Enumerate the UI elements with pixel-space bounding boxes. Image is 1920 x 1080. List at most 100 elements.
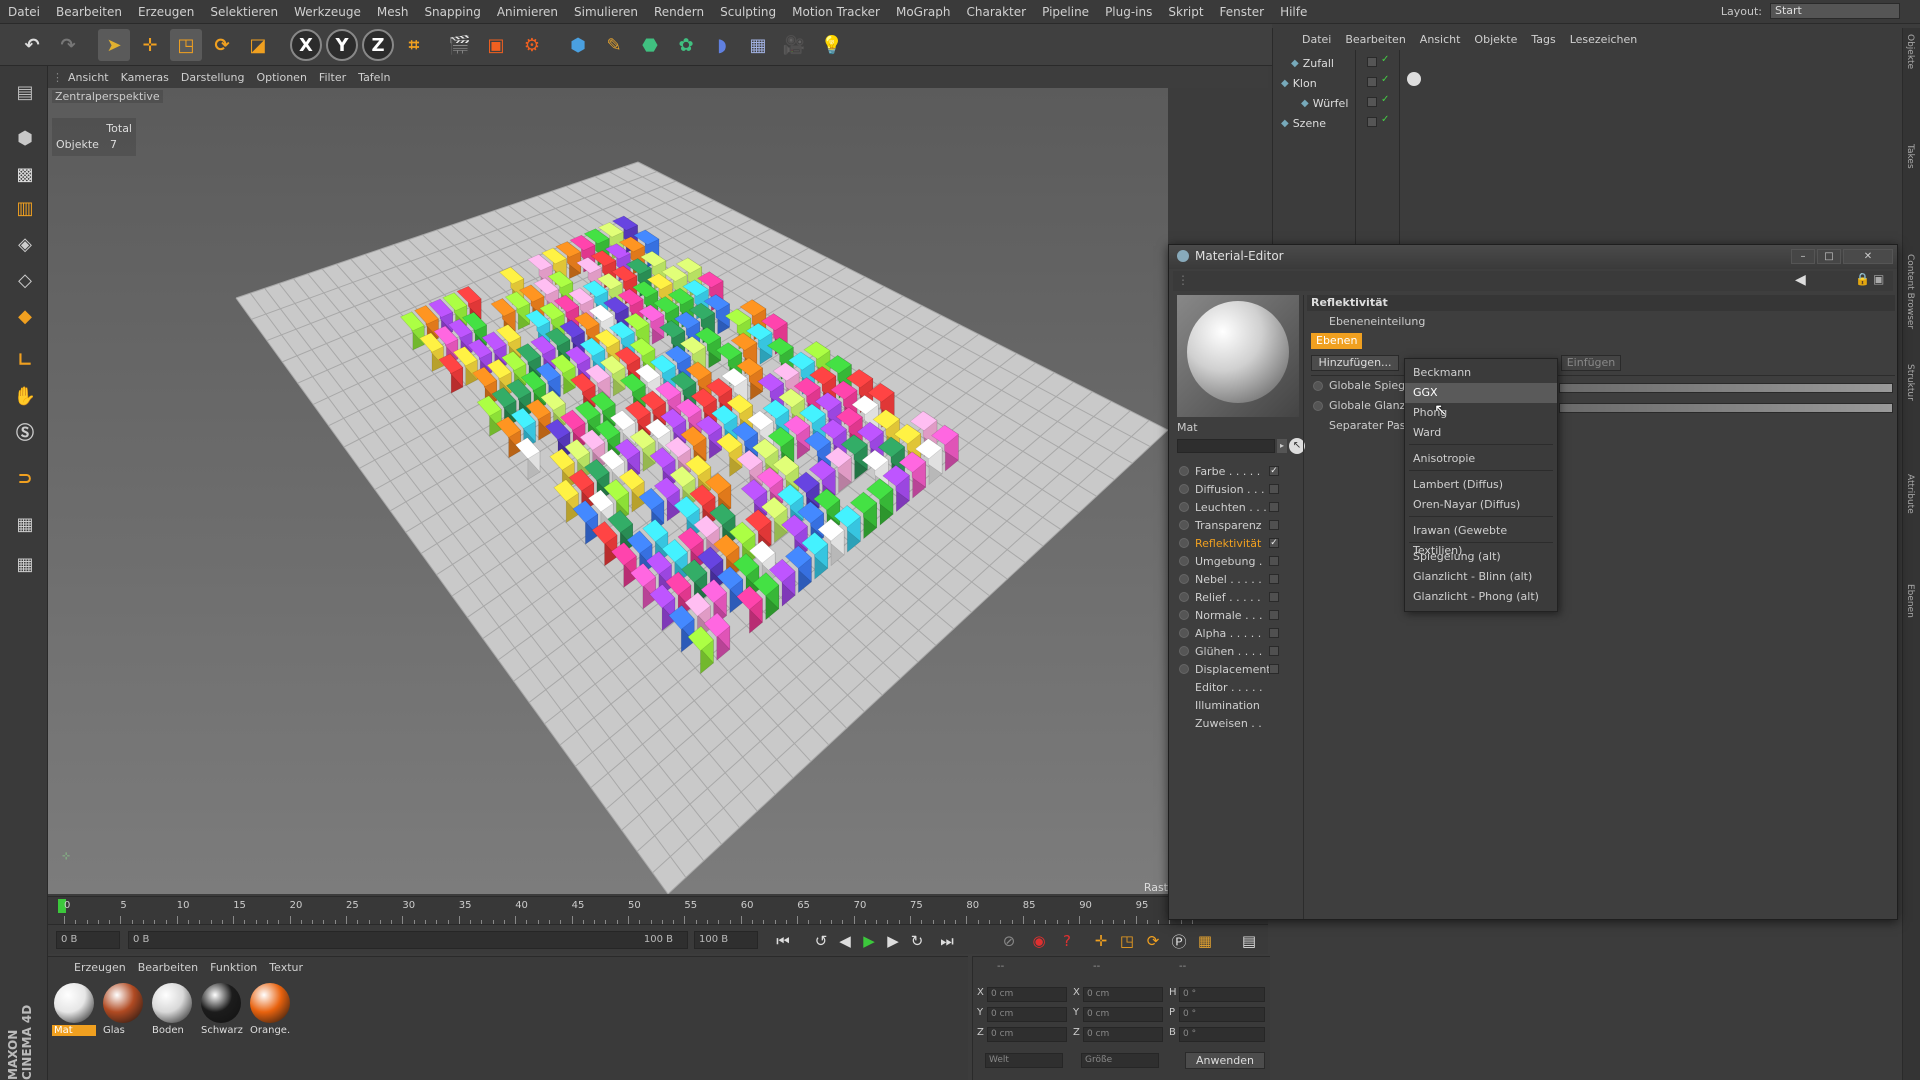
material-tag-icon[interactable] bbox=[1407, 72, 1421, 86]
light-icon[interactable]: 💡 bbox=[816, 29, 848, 61]
maximize-button[interactable]: □ bbox=[1817, 249, 1841, 264]
menu-item[interactable]: Animieren bbox=[489, 5, 566, 19]
scale-tool-icon[interactable]: ◳ bbox=[170, 29, 202, 61]
material-manager-menu-item[interactable]: Erzeugen bbox=[68, 961, 132, 974]
viewport-menu-item[interactable]: Ansicht bbox=[62, 71, 115, 84]
arrow-right-icon[interactable]: ▸ bbox=[1277, 439, 1287, 453]
menu-item[interactable]: Charakter bbox=[958, 5, 1034, 19]
visibility-toggle[interactable] bbox=[1367, 117, 1377, 127]
visibility-toggle[interactable] bbox=[1367, 97, 1377, 107]
side-tab[interactable]: Objekte bbox=[1905, 34, 1915, 69]
dropdown-option[interactable]: GGX bbox=[1405, 383, 1557, 403]
spline-pen-icon[interactable]: ✎ bbox=[598, 29, 630, 61]
material-swatch[interactable]: Mat bbox=[52, 981, 96, 1037]
range-slider[interactable]: 0 B 100 B bbox=[128, 931, 688, 949]
channel-checkbox[interactable] bbox=[1269, 574, 1279, 584]
points-mode-icon[interactable]: ◈ bbox=[8, 228, 42, 260]
channel-row[interactable]: Diffusion . . . bbox=[1179, 481, 1279, 497]
channel-row[interactable]: Normale . . . bbox=[1179, 607, 1279, 623]
previous-frame-icon[interactable]: ◀ bbox=[834, 931, 856, 951]
material-swatch[interactable]: Orange. bbox=[248, 981, 292, 1037]
channel-radio[interactable] bbox=[1179, 538, 1189, 548]
menu-item[interactable]: Motion Tracker bbox=[784, 5, 888, 19]
object-row[interactable]: ◆ Zufall bbox=[1281, 54, 1355, 72]
menu-item[interactable]: Plug-ins bbox=[1097, 5, 1160, 19]
channel-checkbox[interactable] bbox=[1269, 484, 1279, 494]
next-frame-icon[interactable]: ▶ bbox=[882, 931, 904, 951]
menu-item[interactable]: Skript bbox=[1160, 5, 1211, 19]
enabled-check-icon[interactable]: ✓ bbox=[1381, 114, 1389, 125]
channel-row[interactable]: Glühen . . . . bbox=[1179, 643, 1279, 659]
side-tab[interactable]: Attribute bbox=[1905, 474, 1915, 514]
channel-checkbox[interactable] bbox=[1269, 592, 1279, 602]
minimize-button[interactable]: – bbox=[1791, 249, 1815, 264]
key-parameter-icon[interactable]: Ⓟ bbox=[1168, 931, 1190, 951]
global-gloss-radio[interactable] bbox=[1313, 400, 1323, 411]
workplane-icon[interactable]: ▥ bbox=[8, 192, 42, 224]
channel-row[interactable]: Illumination bbox=[1179, 697, 1279, 713]
channel-row[interactable]: Editor . . . . . bbox=[1179, 679, 1279, 695]
texture-mode-icon[interactable]: ▩ bbox=[8, 158, 42, 190]
enabled-check-icon[interactable]: ✓ bbox=[1381, 94, 1389, 105]
object-manager-menu-item[interactable]: Tags bbox=[1524, 33, 1562, 46]
channel-checkbox[interactable] bbox=[1269, 502, 1279, 512]
menu-item[interactable]: Simulieren bbox=[566, 5, 646, 19]
3d-viewport[interactable]: Zentralperspektive Total Objekte 7 Rast … bbox=[48, 88, 1168, 894]
channel-radio[interactable] bbox=[1179, 610, 1189, 620]
redo-icon[interactable]: ↷ bbox=[52, 29, 84, 61]
enabled-check-icon[interactable]: ✓ bbox=[1381, 54, 1389, 65]
object-manager-menu-item[interactable]: Objekte bbox=[1467, 33, 1524, 46]
x-axis-lock-button[interactable]: X bbox=[290, 29, 322, 61]
material-preview[interactable] bbox=[1177, 295, 1299, 417]
material-editor-titlebar[interactable]: Material-Editor – □ ✕ bbox=[1169, 245, 1897, 269]
menu-item[interactable]: Sculpting bbox=[712, 5, 784, 19]
edges-mode-icon[interactable]: ◇ bbox=[8, 264, 42, 296]
material-manager-menu-item[interactable]: Funktion bbox=[204, 961, 263, 974]
channel-radio[interactable] bbox=[1179, 574, 1189, 584]
menu-item[interactable]: MoGraph bbox=[888, 5, 959, 19]
dropdown-option[interactable]: Anisotropie bbox=[1405, 449, 1557, 469]
menu-item[interactable]: Erzeugen bbox=[130, 5, 202, 19]
object-manager-menu-item[interactable]: Datei bbox=[1295, 33, 1338, 46]
go-to-start-icon[interactable]: ⏮ bbox=[772, 931, 794, 951]
channel-checkbox[interactable] bbox=[1269, 520, 1279, 530]
tweak-mode-icon[interactable]: ✋ bbox=[8, 380, 42, 412]
previous-key-icon[interactable]: ↺ bbox=[810, 931, 832, 951]
coord-size-select[interactable]: Größe bbox=[1081, 1053, 1159, 1068]
channel-radio[interactable] bbox=[1179, 502, 1189, 512]
object-mode-icon[interactable]: ⬢ bbox=[8, 122, 42, 154]
play-icon[interactable]: ▶ bbox=[858, 931, 880, 951]
material-swatch[interactable]: Glas bbox=[101, 981, 145, 1037]
visibility-toggle[interactable] bbox=[1367, 77, 1377, 87]
layout-select[interactable]: Start bbox=[1770, 3, 1900, 19]
key-position-icon[interactable]: ✛ bbox=[1090, 931, 1112, 951]
channel-radio[interactable] bbox=[1179, 628, 1189, 638]
side-tab[interactable]: Takes bbox=[1905, 144, 1915, 169]
menu-item[interactable]: Pipeline bbox=[1034, 5, 1097, 19]
global-reflection-radio[interactable] bbox=[1313, 380, 1323, 391]
position-field[interactable]: 0 cm bbox=[987, 1007, 1067, 1022]
visibility-toggle[interactable] bbox=[1367, 57, 1377, 67]
size-field[interactable]: 0 cm bbox=[1083, 987, 1163, 1002]
viewport-menu-item[interactable]: Optionen bbox=[250, 71, 312, 84]
channel-checkbox[interactable] bbox=[1269, 556, 1279, 566]
dropdown-option[interactable]: Glanzlicht - Phong (alt) bbox=[1405, 587, 1557, 607]
rotation-field[interactable]: 0 ° bbox=[1179, 1027, 1265, 1042]
model-mode-icon[interactable]: ▤ bbox=[8, 76, 42, 108]
channel-checkbox[interactable] bbox=[1269, 628, 1279, 638]
menu-item[interactable]: Hilfe bbox=[1272, 5, 1315, 19]
viewport-menu-item[interactable]: Filter bbox=[313, 71, 352, 84]
axis-mode-icon[interactable]: ∟ bbox=[8, 344, 42, 376]
dropdown-option[interactable]: Oren-Nayar (Diffus) bbox=[1405, 495, 1557, 515]
channel-checkbox[interactable] bbox=[1269, 646, 1279, 656]
material-name-field[interactable] bbox=[1177, 439, 1275, 453]
close-button[interactable]: ✕ bbox=[1843, 249, 1893, 264]
rotation-field[interactable]: 0 ° bbox=[1179, 987, 1265, 1002]
render-view-icon[interactable]: 🎬 bbox=[444, 29, 476, 61]
tab-layers[interactable]: Ebenen bbox=[1311, 333, 1363, 349]
channel-checkbox[interactable] bbox=[1269, 664, 1279, 674]
timeline-ruler[interactable]: 0 5 10 15 20 25 30 35 40 45 50 55 60 65 70 75 80 85 90 95 bbox=[48, 896, 1268, 924]
channel-row[interactable]: Alpha . . . . . bbox=[1179, 625, 1279, 641]
channel-radio[interactable] bbox=[1179, 664, 1189, 674]
deformer-icon[interactable]: ◗ bbox=[706, 29, 738, 61]
